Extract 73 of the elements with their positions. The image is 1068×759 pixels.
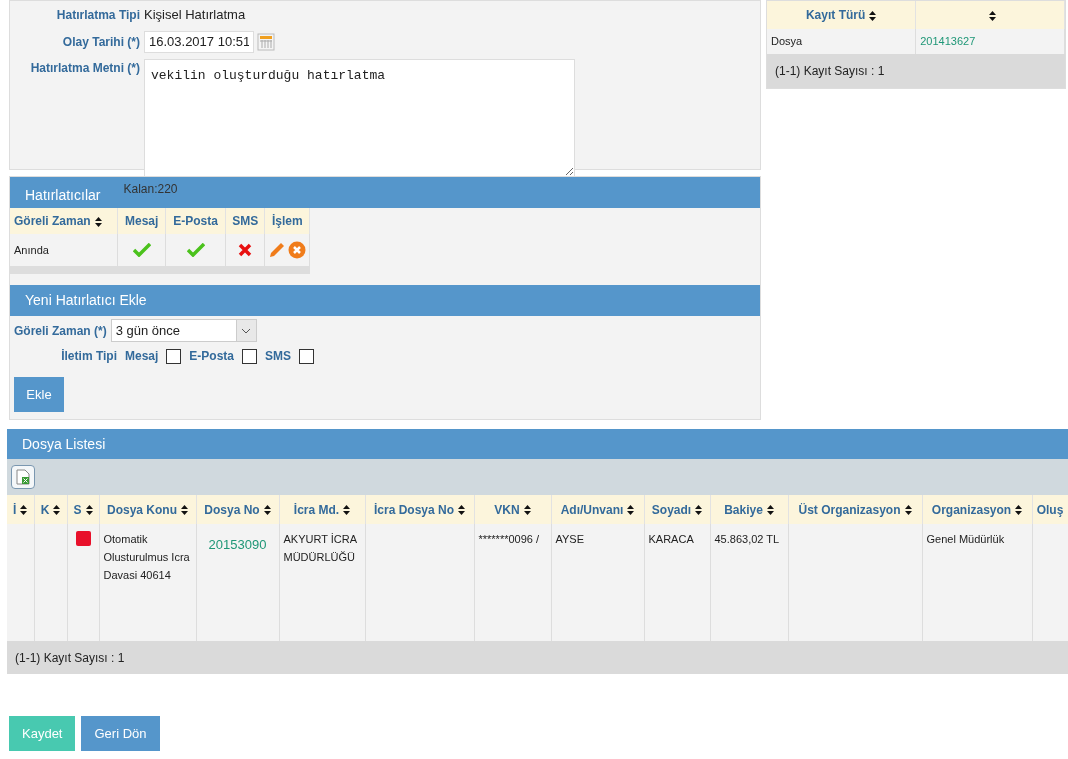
table-cell-text: Genel Müdürlük: [926, 532, 1006, 547]
sort-icon[interactable]: [1015, 505, 1023, 516]
column-header[interactable]: Dosya No: [196, 495, 279, 524]
column-header: Mesaj: [117, 208, 166, 234]
section-title: Yeni Hatırlatıcı Ekle: [25, 291, 147, 310]
table-cell-text: 45.863,02 TL: [714, 532, 781, 547]
chevron-down-icon[interactable]: [241, 327, 252, 334]
delete-icon[interactable]: [288, 241, 307, 259]
column-header[interactable]: İ: [7, 495, 34, 524]
field-label: Hatırlatma Tipi: [55, 6, 140, 24]
checkbox-label: SMS: [265, 348, 292, 365]
sort-icon[interactable]: [869, 10, 877, 21]
table-cell-text: Otomatik Olusturulmus Icra Davasi 40614: [103, 532, 191, 583]
column-header[interactable]: Soyadı: [644, 495, 710, 524]
sort-icon[interactable]: [181, 505, 188, 516]
column-header: SMS: [225, 208, 265, 234]
remaining-count: Kalan:220: [123, 181, 178, 198]
column-header: E-Posta: [165, 208, 226, 234]
column-header[interactable]: Göreli Zaman: [10, 208, 118, 234]
table-cell-text: AKYURT İCRA MÜDÜRLÜĞÜ: [283, 532, 358, 565]
add-button[interactable]: Ekle: [14, 377, 64, 412]
checkbox[interactable]: [299, 348, 315, 364]
sort-icon[interactable]: [20, 505, 28, 516]
column-header[interactable]: Üst Organizasyon: [788, 495, 922, 524]
checkbox-label: E-Posta: [189, 348, 235, 365]
relative-time-select[interactable]: 3 gün önce: [110, 319, 257, 342]
checkbox[interactable]: [166, 348, 182, 364]
sort-icon[interactable]: [523, 505, 531, 516]
sort-icon[interactable]: [627, 505, 635, 516]
spreadsheet-icon: [16, 469, 30, 485]
reminder-text-area[interactable]: vekilin oluşturduğu hatırlatma: [144, 58, 575, 177]
section-title: Hatırlatıcılar: [25, 186, 101, 205]
file-link[interactable]: 20153090: [200, 536, 275, 554]
sort-icon[interactable]: [343, 505, 351, 516]
sort-icon[interactable]: [458, 505, 465, 516]
column-header[interactable]: İcra Md.: [279, 495, 365, 524]
column-header[interactable]: Dosya Konu: [99, 495, 196, 524]
column-header[interactable]: Organizasyon: [922, 495, 1032, 524]
back-button[interactable]: Geri Dön: [81, 716, 160, 751]
table-cell-text: *******0096 /: [478, 532, 541, 547]
sort-icon[interactable]: [263, 505, 271, 516]
check-icon: [186, 243, 205, 257]
field-label: Göreli Zaman (*): [14, 322, 107, 340]
excel-export-button[interactable]: [11, 465, 35, 489]
column-header: İşlem: [264, 208, 310, 234]
section-title: Dosya Listesi: [22, 434, 106, 454]
column-header[interactable]: S: [67, 495, 99, 524]
table-footer: (1-1) Kayıt Sayısı : 1: [767, 54, 1065, 88]
column-header[interactable]: VKN: [474, 495, 551, 524]
sort-icon[interactable]: [85, 505, 93, 516]
column-header[interactable]: Adı/Unvanı: [551, 495, 644, 524]
sort-icon[interactable]: [53, 505, 61, 516]
checkbox-label: Mesaj: [125, 348, 159, 365]
sort-icon[interactable]: [904, 505, 912, 516]
table-cell-text: AYSE: [555, 532, 586, 547]
column-header[interactable]: K: [34, 495, 67, 524]
sort-icon[interactable]: [766, 505, 774, 516]
field-label: Olay Tarihi (*): [61, 33, 140, 51]
table-footer: (1-1) Kayıt Sayısı : 1: [7, 641, 1068, 674]
field-label: İletim Tipi: [60, 348, 117, 365]
column-header: Oluş: [1032, 495, 1068, 524]
cross-icon: [238, 243, 253, 257]
checkbox[interactable]: [242, 348, 258, 364]
column-header[interactable]: İcra Dosya No: [365, 495, 474, 524]
table-cell-text: KARACA: [648, 532, 695, 547]
column-header[interactable]: Bakiye: [710, 495, 788, 524]
field-label: Hatırlatma Metni (*): [29, 59, 140, 77]
check-icon: [132, 243, 151, 257]
sort-icon[interactable]: [94, 216, 102, 227]
field-value: Kişisel Hatırlatma: [144, 6, 246, 24]
sort-icon[interactable]: [988, 10, 996, 21]
date-field[interactable]: 16.03.2017 10:51: [144, 30, 254, 53]
sort-icon[interactable]: [695, 505, 703, 516]
